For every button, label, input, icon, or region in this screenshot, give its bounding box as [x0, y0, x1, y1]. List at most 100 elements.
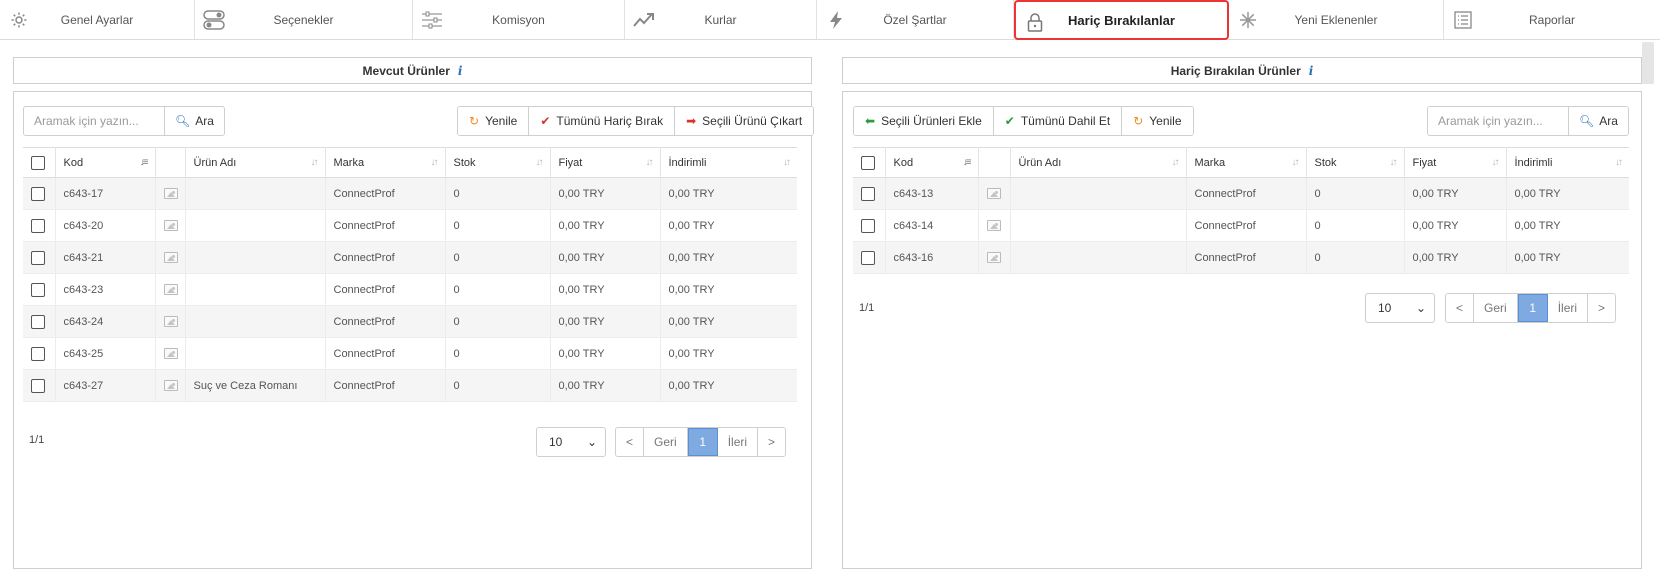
next-page-button[interactable]: İleri: [1547, 294, 1589, 322]
sort-icon[interactable]: ↓↑: [431, 157, 439, 168]
info-icon[interactable]: i: [1309, 64, 1314, 78]
row-checkbox[interactable]: [861, 250, 875, 265]
sort-icon[interactable]: ↓↑: [1615, 157, 1623, 168]
table-row[interactable]: c643-24 ConnectProf 0 0,00 TRY 0,00 TRY: [23, 305, 797, 338]
row-checkbox[interactable]: [31, 218, 45, 233]
row-checkbox-cell[interactable]: [23, 241, 56, 274]
tab-raporlar[interactable]: Raporlar: [1444, 0, 1660, 39]
sort-icon[interactable]: ↓↑: [1390, 157, 1398, 168]
row-checkbox-cell[interactable]: [23, 209, 56, 242]
sort-icon[interactable]: ↓↑: [1172, 157, 1180, 168]
cell-indirimli: 0,00 TRY: [660, 369, 797, 402]
row-checkbox-cell[interactable]: [23, 177, 56, 210]
refresh-button[interactable]: ↻ Yenile: [1122, 107, 1193, 135]
next-page-button[interactable]: İleri: [717, 428, 759, 456]
row-checkbox[interactable]: [861, 186, 875, 201]
table-row[interactable]: c643-17 ConnectProf 0 0,00 TRY 0,00 TRY: [23, 177, 797, 210]
tab-haric-birakilanlar[interactable]: Hariç Bırakılanlar: [1014, 0, 1229, 40]
sort-icon[interactable]: ↓↑: [1292, 157, 1300, 168]
left-panel-title: Mevcut Ürünler i: [13, 57, 812, 84]
exclude-all-button[interactable]: ✔ Tümünü Hariç Bırak: [529, 107, 676, 135]
table-row[interactable]: c643-23 ConnectProf 0 0,00 TRY 0,00 TRY: [23, 273, 797, 306]
row-checkbox[interactable]: [31, 250, 45, 265]
column-header-kod[interactable]: Kod ↓≡: [885, 147, 979, 178]
row-checkbox-cell[interactable]: [23, 369, 56, 402]
search-input[interactable]: [23, 106, 164, 136]
row-checkbox[interactable]: [31, 378, 45, 393]
add-selected-button[interactable]: ⬅ Seçili Ürünleri Ekle: [854, 107, 994, 135]
row-checkbox[interactable]: [31, 282, 45, 297]
table-row[interactable]: c643-27 Suç ve Ceza Romanı ConnectProf 0 0,0…: [23, 369, 797, 402]
sort-asc-icon[interactable]: ↓≡: [140, 157, 149, 168]
row-checkbox[interactable]: [31, 314, 45, 329]
page-size-select[interactable]: 10 ⌄: [1365, 293, 1435, 323]
remove-selected-label: Seçili Ürünü Çıkart: [702, 114, 803, 128]
page-1-button[interactable]: 1: [687, 428, 718, 456]
row-checkbox-cell[interactable]: [23, 337, 56, 370]
first-page-button[interactable]: <: [1446, 294, 1475, 322]
row-checkbox[interactable]: [31, 346, 45, 361]
sort-asc-icon[interactable]: ↓≡: [963, 157, 972, 168]
sort-icon[interactable]: ↓↑: [783, 157, 791, 168]
prev-page-button[interactable]: Geri: [1474, 294, 1518, 322]
select-all-checkbox-cell[interactable]: [23, 147, 56, 178]
sort-icon[interactable]: ↓↑: [646, 157, 654, 168]
page-scrollbar[interactable]: [1642, 42, 1654, 84]
tab-ozel-sartlar[interactable]: Özel Şartlar: [817, 0, 1014, 39]
select-all-checkbox[interactable]: [31, 155, 45, 170]
cell-indirimli: 0,00 TRY: [1506, 177, 1629, 210]
table-row[interactable]: c643-20 ConnectProf 0 0,00 TRY 0,00 TRY: [23, 209, 797, 242]
tab-genel-ayarlar[interactable]: Genel Ayarlar: [0, 0, 195, 39]
column-header-marka[interactable]: Marka ↓↑: [1186, 147, 1307, 178]
tab-komisyon[interactable]: Komisyon: [413, 0, 625, 39]
tab-secenekler[interactable]: Seçenekler: [195, 0, 413, 39]
column-header-fiyat[interactable]: Fiyat ↓↑: [550, 147, 661, 178]
table-row[interactable]: c643-14 ConnectProf 0 0,00 TRY 0,00 TRY: [853, 209, 1629, 242]
table-row[interactable]: c643-13 ConnectProf 0 0,00 TRY 0,00 TRY: [853, 177, 1629, 210]
row-checkbox-cell[interactable]: [23, 273, 56, 306]
last-page-button[interactable]: >: [1588, 294, 1616, 322]
column-header-indirimli[interactable]: İndirimli ↓↑: [660, 147, 797, 178]
table-row[interactable]: c643-25 ConnectProf 0 0,00 TRY 0,00 TRY: [23, 337, 797, 370]
row-checkbox[interactable]: [31, 186, 45, 201]
tab-kurlar[interactable]: Kurlar: [625, 0, 817, 39]
sort-icon[interactable]: ↓↑: [311, 157, 319, 168]
row-checkbox-cell[interactable]: [853, 241, 886, 274]
first-page-button[interactable]: <: [616, 428, 645, 456]
column-header-kod[interactable]: Kod ↓≡: [55, 147, 156, 178]
page-1-button[interactable]: 1: [1517, 294, 1548, 322]
cell-kod: c643-24: [55, 305, 156, 338]
table-row[interactable]: c643-16 ConnectProf 0 0,00 TRY 0,00 TRY: [853, 241, 1629, 274]
info-icon[interactable]: i: [458, 64, 463, 78]
prev-page-button[interactable]: Geri: [644, 428, 688, 456]
remove-selected-button[interactable]: ➡ Seçili Ürünü Çıkart: [675, 107, 814, 135]
column-header-stok[interactable]: Stok ↓↑: [445, 147, 551, 178]
column-header-fiyat[interactable]: Fiyat ↓↑: [1404, 147, 1507, 178]
include-all-button[interactable]: ✔ Tümünü Dahil Et: [993, 107, 1123, 135]
column-header-stok[interactable]: Stok ↓↑: [1306, 147, 1405, 178]
row-checkbox-cell[interactable]: [853, 177, 886, 210]
row-checkbox-cell[interactable]: [853, 209, 886, 242]
last-page-button[interactable]: >: [758, 428, 786, 456]
column-header-urun-adi[interactable]: Ürün Adı ↓↑: [1010, 147, 1187, 178]
column-header-urun-adi[interactable]: Ürün Adı ↓↑: [185, 147, 326, 178]
select-all-checkbox-cell[interactable]: [853, 147, 886, 178]
cell-kod: c643-21: [55, 241, 156, 274]
row-checkbox-cell[interactable]: [23, 305, 56, 338]
refresh-button[interactable]: ↻ Yenile: [458, 107, 530, 135]
sort-icon[interactable]: ↓↑: [1492, 157, 1500, 168]
row-checkbox[interactable]: [861, 218, 875, 233]
search-input[interactable]: [1427, 106, 1568, 136]
search-button[interactable]: 🔍︎ Ara: [164, 106, 225, 136]
cell-fiyat: 0,00 TRY: [550, 177, 661, 210]
select-all-checkbox[interactable]: [861, 155, 875, 170]
right-panel-title: Hariç Bırakılan Ürünler i: [842, 57, 1642, 84]
tab-yeni-eklenenler[interactable]: Yeni Eklenenler: [1229, 0, 1444, 39]
sort-icon[interactable]: ↓↑: [536, 157, 544, 168]
search-icon: 🔍︎: [1579, 114, 1595, 128]
table-row[interactable]: c643-21 ConnectProf 0 0,00 TRY 0,00 TRY: [23, 241, 797, 274]
search-button[interactable]: 🔍︎ Ara: [1568, 106, 1629, 136]
column-header-indirimli[interactable]: İndirimli ↓↑: [1506, 147, 1629, 178]
column-header-marka[interactable]: Marka ↓↑: [325, 147, 446, 178]
page-size-select[interactable]: 10 ⌄: [536, 427, 606, 457]
